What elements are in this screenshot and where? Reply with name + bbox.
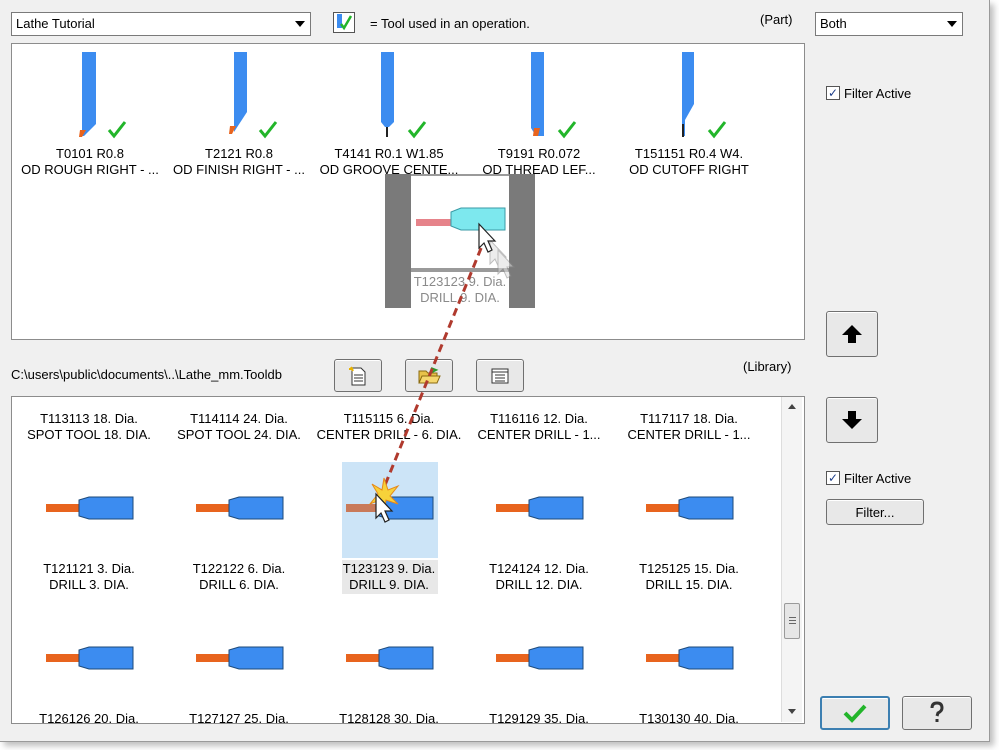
ghost-cursor-icon [489, 238, 516, 279]
part-filter-checkbox[interactable]: ✓ [826, 86, 840, 100]
part-filter-label: Filter Active [844, 86, 912, 101]
move-up-button[interactable] [826, 311, 878, 357]
filter-button[interactable]: Filter... [826, 499, 924, 525]
question-mark-icon [930, 701, 944, 722]
ok-button[interactable] [820, 696, 890, 730]
move-down-button[interactable] [826, 397, 878, 443]
help-button[interactable] [902, 696, 972, 730]
filter-button-label: Filter... [855, 504, 895, 520]
drag-path-line [379, 235, 488, 496]
up-arrow-icon [842, 325, 862, 343]
library-filter-checkbox[interactable]: ✓ [826, 471, 840, 485]
down-arrow-icon [842, 411, 862, 429]
checkmark-icon [843, 704, 867, 723]
drag-overlay [368, 222, 516, 523]
tool-manager-dialog: Lathe Tutorial = Tool used in an operati… [0, 0, 990, 742]
library-filter-label: Filter Active [844, 471, 912, 486]
